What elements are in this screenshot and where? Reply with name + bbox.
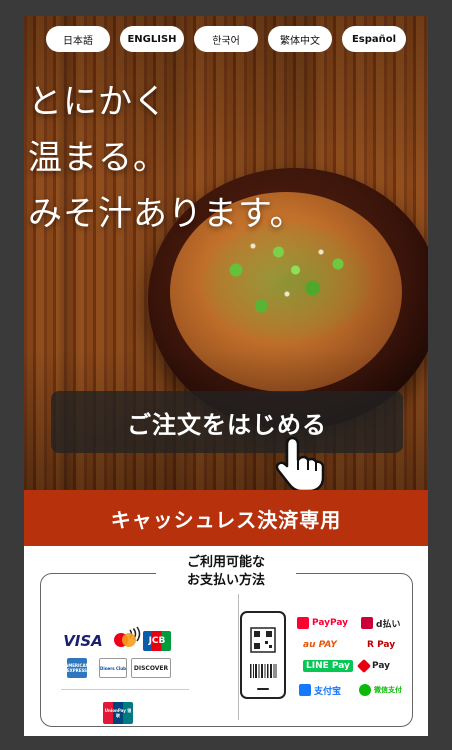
hero-headline: とにかく 温まる。 みそ汁あります。 [28,74,305,242]
rakuten-pay-logo: R Pay [367,640,396,650]
kiosk-screen: 日本語 ENGLISH 한국어 繁体中文 Español とにかく 温まる。 み… [24,16,428,736]
visa-logo: VISA [63,632,103,650]
lang-button-english[interactable]: ENGLISH [120,26,184,52]
unionpay-logo: UnionPay 银联 [103,702,133,724]
lang-button-korean[interactable]: 한국어 [194,26,258,52]
merpay-logo: Pay [356,658,390,674]
payment-methods-title: ご利用可能な お支払い方法 [156,554,296,590]
payment-methods-box: VISA JCB AMERICAN EXPRESS Diners Club DI… [40,573,413,727]
discover-logo: DISCOVER [131,658,171,678]
paypay-logo: PayPay [297,615,348,631]
headline-line-3: みそ汁あります。 [28,194,305,234]
payment-methods-panel: VISA JCB AMERICAN EXPRESS Diners Club DI… [24,546,428,736]
lang-button-traditional-chinese[interactable]: 繁体中文 [268,26,332,52]
cashless-only-banner: キャッシュレス決済専用 [24,490,428,546]
d-barai-logo: d払い [361,615,400,631]
jcb-logo: JCB [143,631,171,651]
au-pay-logo: au PAY [303,640,337,650]
lang-button-japanese[interactable]: 日本語 [46,26,110,52]
tap-hand-icon [275,436,325,490]
headline-line-1: とにかく [28,82,168,122]
smartphone-qr-icon [240,611,286,699]
alipay-logo: 支付宝 [299,682,341,698]
start-order-button[interactable]: ご注文をはじめる [51,391,403,453]
lang-button-spanish[interactable]: Español [342,26,406,52]
mastercard-logo [114,633,136,647]
hero-image: 日本語 ENGLISH 한국어 繁体中文 Español とにかく 温まる。 み… [24,16,428,490]
headline-line-2: 温まる。 [28,138,168,178]
diners-club-logo: Diners Club [99,658,127,678]
language-selector: 日本語 ENGLISH 한국어 繁体中文 Español [24,26,428,52]
line-pay-logo: LINE Pay [303,658,353,674]
amex-logo: AMERICAN EXPRESS [65,658,89,678]
wechat-pay-logo: 微信支付 [359,682,402,698]
